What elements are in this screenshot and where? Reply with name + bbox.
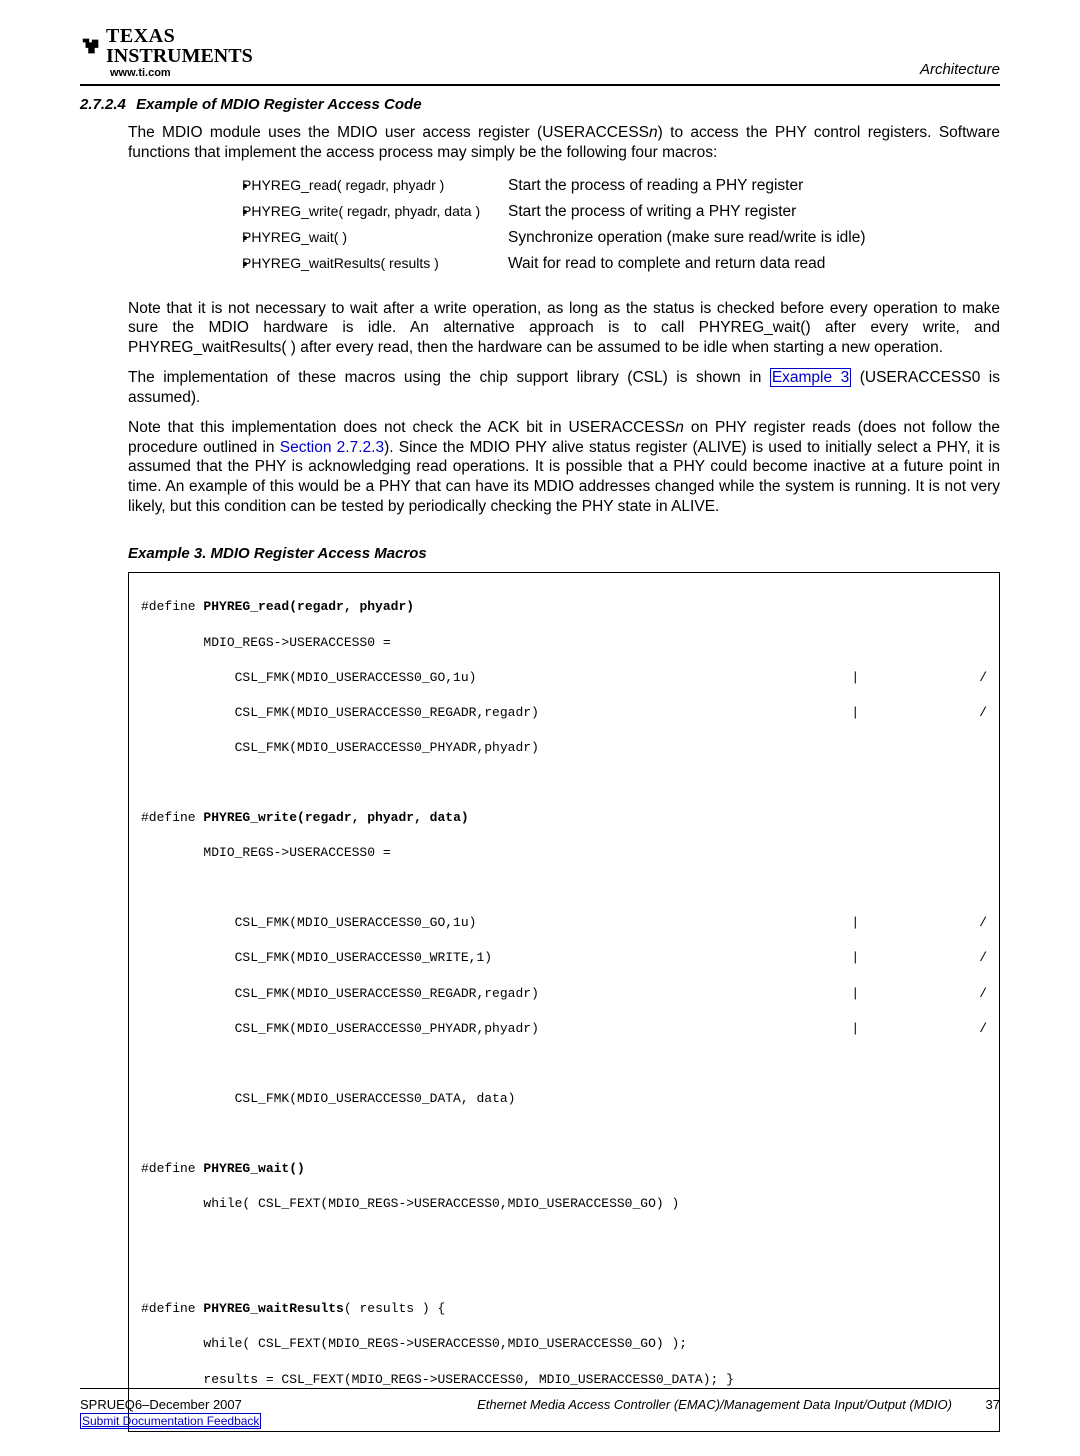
- footer-docid: SPRUEQ6–December 2007: [80, 1397, 242, 1412]
- submit-feedback-link[interactable]: Submit Documentation Feedback: [80, 1413, 261, 1429]
- paragraph: The implementation of these macros using…: [128, 368, 1000, 408]
- ti-chip-icon: [80, 35, 102, 57]
- macro-name: PHYREG_read( regadr, phyadr ): [242, 177, 492, 193]
- macro-name: PHYREG_wait( ): [242, 229, 492, 245]
- macro-desc: Synchronize operation (make sure read/wr…: [508, 229, 1000, 247]
- brand-bottom: INSTRUMENTS: [106, 45, 253, 67]
- logo-text: TEXAS INSTRUMENTS: [80, 26, 1000, 66]
- paragraph: The MDIO module uses the MDIO user acces…: [128, 123, 1000, 163]
- macro-desc: Start the process of reading a PHY regis…: [508, 177, 1000, 195]
- macro-desc: Start the process of writing a PHY regis…: [508, 203, 1000, 221]
- example-3-link[interactable]: Example 3: [770, 368, 851, 387]
- list-item: PHYREG_wait( ) Synchronize operation (ma…: [258, 225, 1000, 251]
- code-listing: #define PHYREG_read(regadr, phyadr) MDIO…: [128, 572, 1000, 1432]
- section-title: Example of MDIO Register Access Code: [136, 96, 421, 113]
- footer-title: Ethernet Media Access Controller (EMAC)/…: [262, 1397, 952, 1412]
- page-number: 37: [972, 1397, 1000, 1412]
- paragraph: Note that it is not necessary to wait af…: [128, 299, 1000, 358]
- header-rule: [80, 84, 1000, 86]
- list-item: PHYREG_write( regadr, phyadr, data ) Sta…: [258, 199, 1000, 225]
- list-item: PHYREG_read( regadr, phyadr ) Start the …: [258, 173, 1000, 199]
- list-item: PHYREG_waitResults( results ) Wait for r…: [258, 251, 1000, 277]
- footer-rule: [80, 1388, 1000, 1389]
- macro-name: PHYREG_write( regadr, phyadr, data ): [242, 203, 492, 219]
- brand-top: TEXAS: [106, 25, 175, 47]
- macro-desc: Wait for read to complete and return dat…: [508, 255, 1000, 273]
- section-2723-link[interactable]: Section 2.7.2.3: [280, 439, 384, 456]
- section-heading: 2.7.2.4 Example of MDIO Register Access …: [80, 96, 1000, 113]
- example-title: Example 3. MDIO Register Access Macros: [128, 545, 1000, 562]
- section-number: 2.7.2.4: [80, 96, 132, 113]
- macro-name: PHYREG_waitResults( results ): [242, 255, 492, 271]
- macro-list: PHYREG_read( regadr, phyadr ) Start the …: [258, 173, 1000, 277]
- paragraph: Note that this implementation does not c…: [128, 418, 1000, 517]
- page-footer: SPRUEQ6–December 2007 Ethernet Media Acc…: [80, 1388, 1000, 1428]
